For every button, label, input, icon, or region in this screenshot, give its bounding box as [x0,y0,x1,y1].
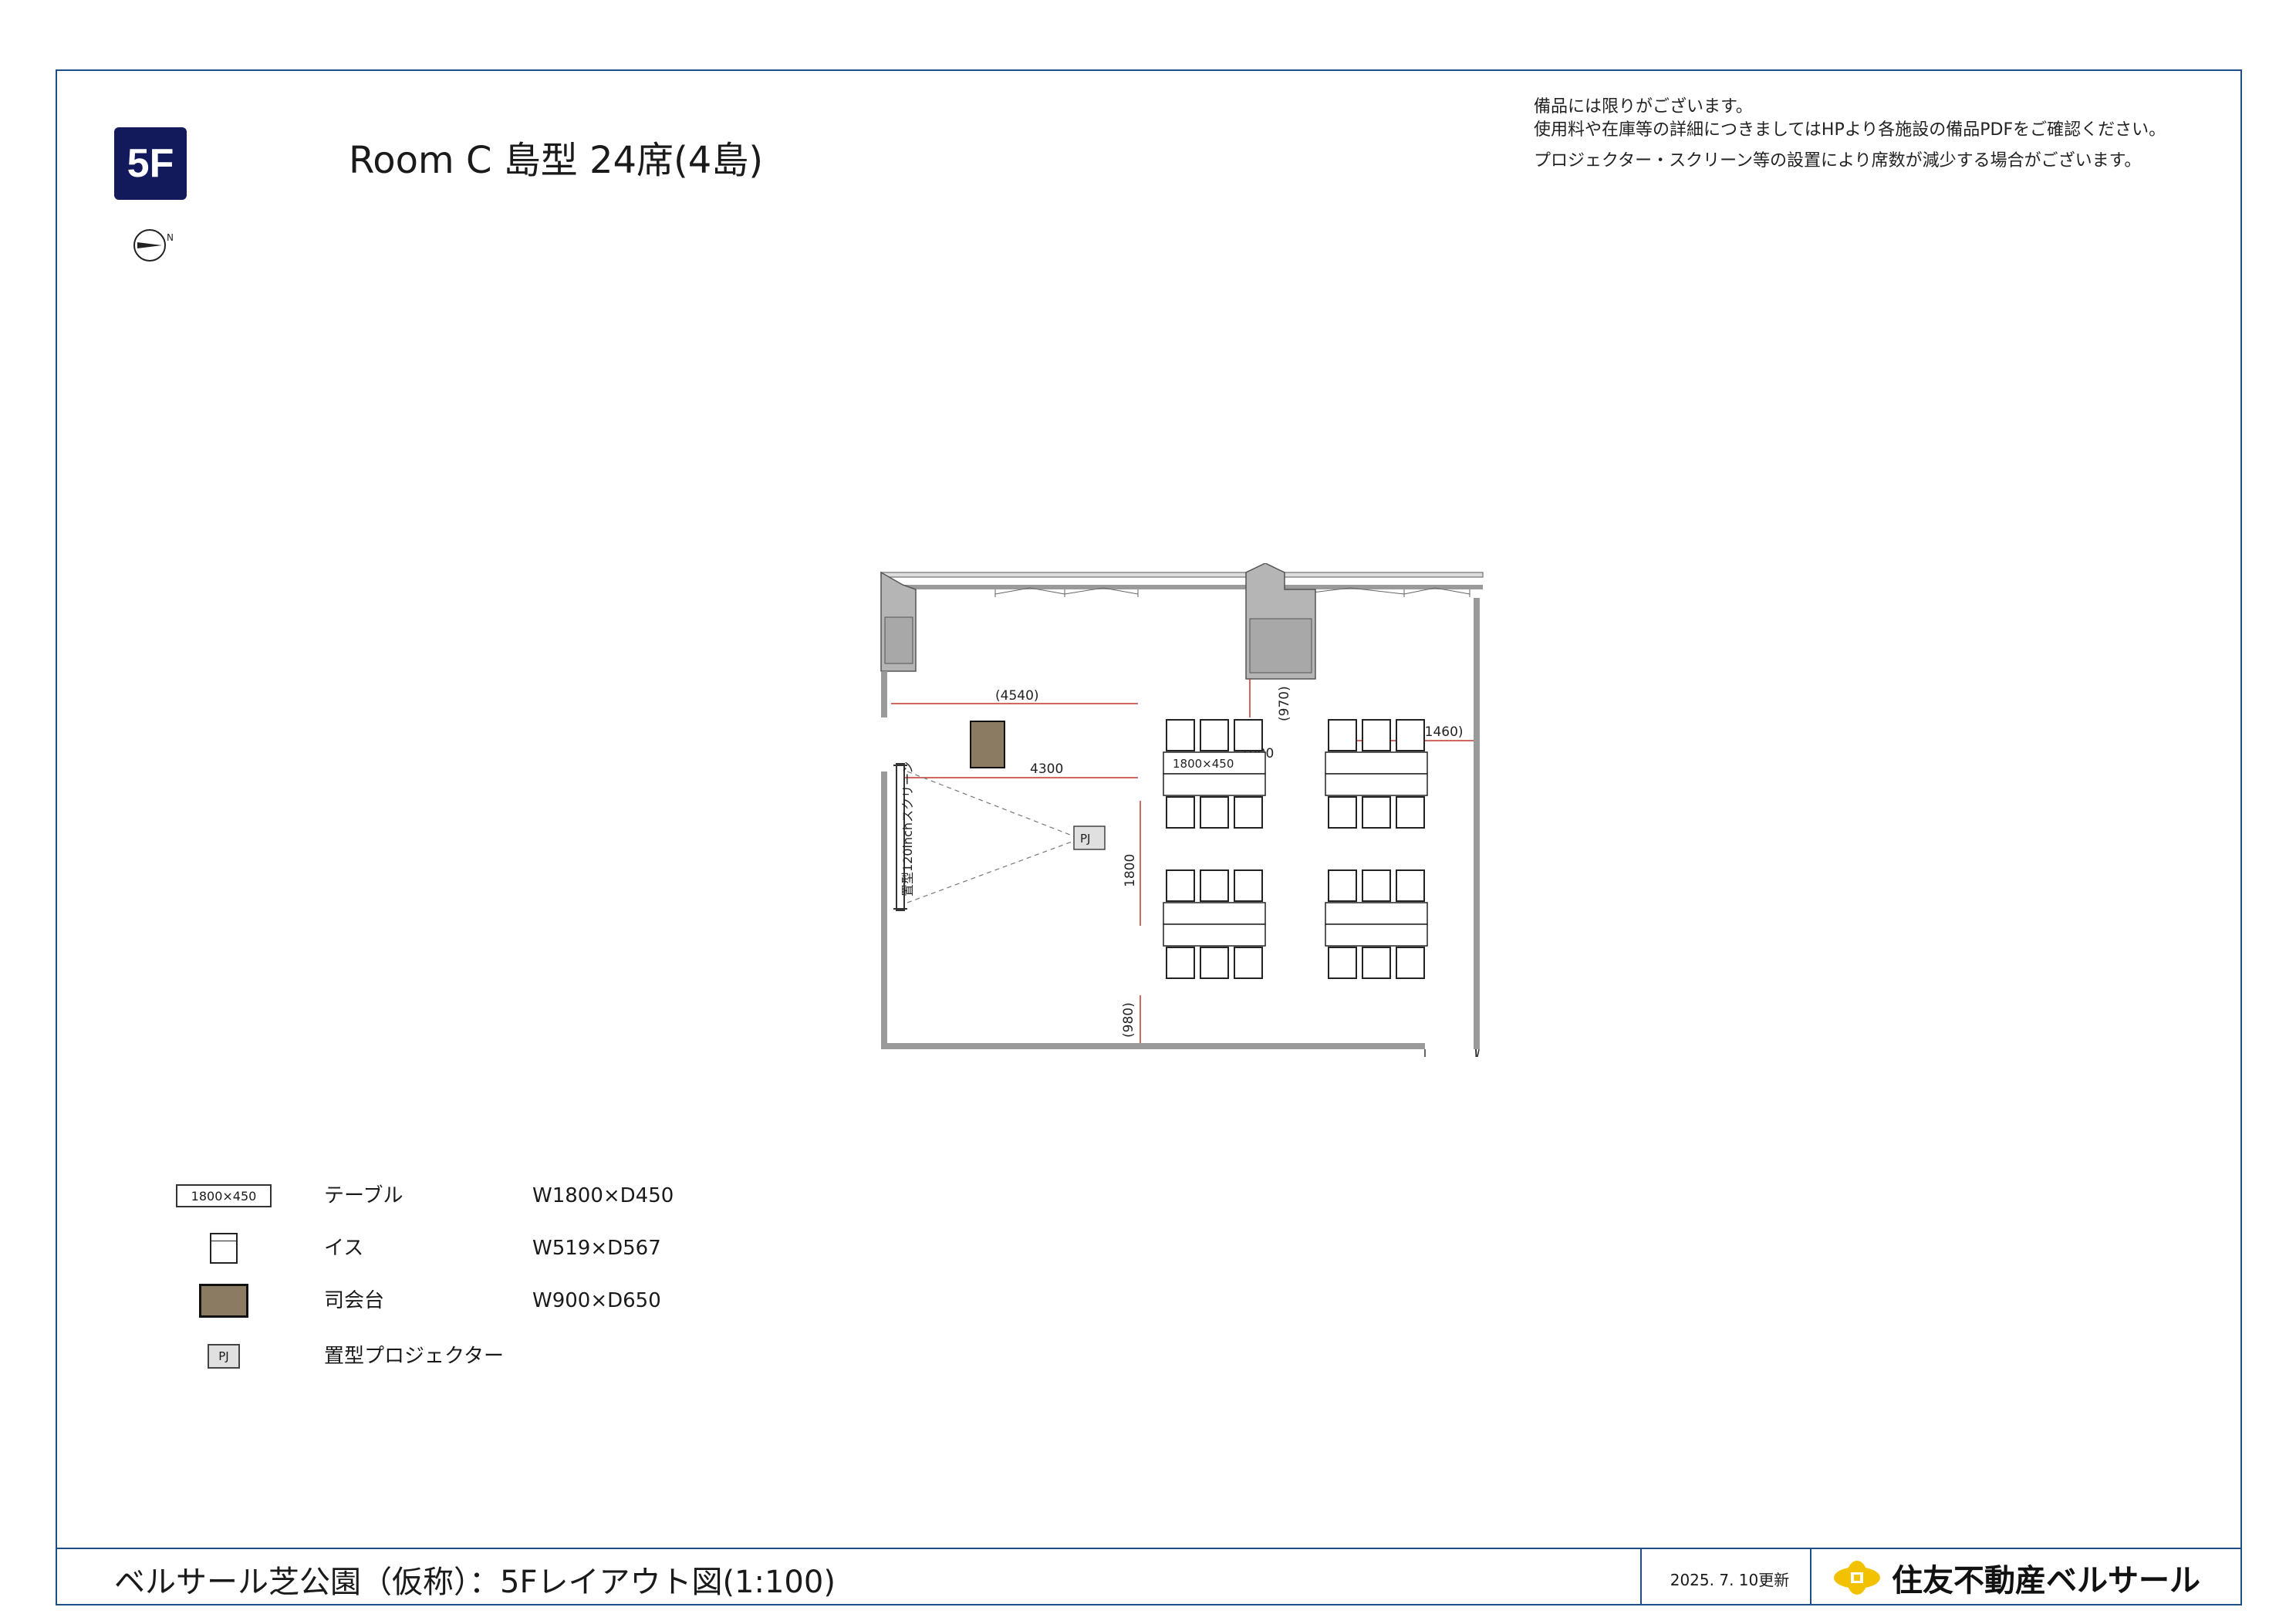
note-line: 使用料や在庫等の詳細につきましてはHPより各施設の備品PDFをご確認ください。 [1534,120,2166,140]
chair [1362,719,1391,751]
dim-1460: (1460) [1420,724,1464,740]
footer-title: ベルサール芝公園（仮称）：5Fレイアウト図(1:100) [114,1565,836,1600]
table [1163,773,1266,796]
chair [1396,719,1425,751]
table [1325,923,1428,947]
pillar-center-inner [1249,618,1312,674]
dim-980: (980) [1121,1002,1136,1038]
legend-table-text: 1800×450 [176,1184,272,1207]
legend-podium-label: 司会台 [324,1289,385,1312]
chair [1166,796,1195,829]
dim-1800: 1800 [1123,854,1138,887]
dim-4540: (4540) [995,688,1039,704]
chair [1166,719,1195,751]
table [1163,902,1266,925]
window-sill [881,585,1483,589]
chair [1328,796,1357,829]
legend-table-label: テーブル [324,1184,403,1207]
chair-icon [210,1233,238,1264]
chair [1362,869,1391,902]
legend-podium-dims: W900×D650 [532,1289,661,1312]
legend-chair-symbol [170,1225,278,1271]
wall-right [1474,598,1480,1049]
podium [970,721,1005,768]
legend-table-dims: W1800×D450 [532,1184,674,1207]
chair [1362,947,1391,979]
legend-row-chair: イス W519×D567 [170,1225,756,1271]
wall-left-upper [881,671,887,717]
chair [1396,869,1425,902]
wall-bottom [881,1043,1425,1049]
chair [1200,796,1229,829]
legend-row-podium: 司会台 W900×D650 [170,1278,756,1324]
chair [1396,796,1425,829]
footer-divider [1640,1549,1642,1605]
floor-plan: (4540) 4300 1000 (1460) (970) 1800 (980)… [880,563,1484,1057]
chair [1328,869,1357,902]
legend-chair-label: イス [324,1237,364,1260]
projector-icon: PJ [208,1344,240,1369]
note-line: 備品には限りがございます。 [1534,97,1753,116]
dim-4300: 4300 [1030,761,1063,777]
room-title: Room C 島型 24席(4島) [349,139,764,182]
brand-name: 住友不動産ベルサール [1892,1563,2200,1599]
door-swing [1424,1048,1480,1057]
projection-lines [907,771,1075,903]
legend: 1800×450 テーブル W1800×D450 イス W519×D567 司会… [170,1173,756,1396]
update-date: 2025. 7. 10更新 [1670,1571,1790,1589]
projector-label: PJ [1080,832,1090,846]
podium-icon [199,1284,248,1318]
table [1325,773,1428,796]
north-arrow-icon: N [133,229,174,262]
dimension-labels: (4540) 4300 1000 (1460) (970) 1800 (980) [995,686,1464,1038]
table [1163,923,1266,947]
legend-row-projector: PJ 置型プロジェクター [170,1333,756,1379]
chair [1234,947,1263,979]
chair [1396,947,1425,979]
legend-row-table: 1800×450 テーブル W1800×D450 [170,1173,756,1219]
wall-left-lower [881,771,887,1049]
island-1 [1163,719,1266,829]
legend-chair-dims: W519×D567 [532,1237,661,1260]
notes: 備品には限りがございます。 使用料や在庫等の詳細につきましてはHPより各施設の備… [1534,96,2166,173]
footer: ベルサール芝公園（仮称）：5Fレイアウト図(1:100) 2025. 7. 10… [56,1548,2242,1605]
table-label: 1800×450 [1173,757,1234,771]
island-4 [1325,869,1428,979]
compass-label: N [167,232,174,243]
legend-projector-label: 置型プロジェクター [324,1345,504,1368]
pillar-left-inner [884,616,913,664]
table [1325,902,1428,925]
chair [1362,796,1391,829]
legend-table-symbol: 1800×450 [170,1173,278,1219]
chair [1234,719,1263,751]
chair [1234,869,1263,902]
chair [1200,719,1229,751]
chair [1200,947,1229,979]
floor-badge: 5F [114,127,187,200]
chair [1200,869,1229,902]
screen-label: 置型120inchスクリーン [900,761,915,896]
legend-projector-symbol: PJ [170,1333,278,1379]
island-3 [1163,869,1266,979]
note-line: プロジェクター・スクリーン等の設置により席数が減少する場合がございます。 [1534,151,2142,171]
island-2 [1325,719,1428,829]
footer-divider [1810,1549,1811,1605]
chair [1328,719,1357,751]
chair [1166,869,1195,902]
legend-podium-symbol [170,1278,278,1324]
chair [1234,796,1263,829]
table [1325,751,1428,775]
window-wall [880,572,1484,578]
dim-970: (970) [1277,686,1292,721]
chair [1328,947,1357,979]
chair [1166,947,1195,979]
brand-logo-icon [1834,1561,1880,1595]
brand: 住友不動産ベルサール [1830,1554,2200,1602]
